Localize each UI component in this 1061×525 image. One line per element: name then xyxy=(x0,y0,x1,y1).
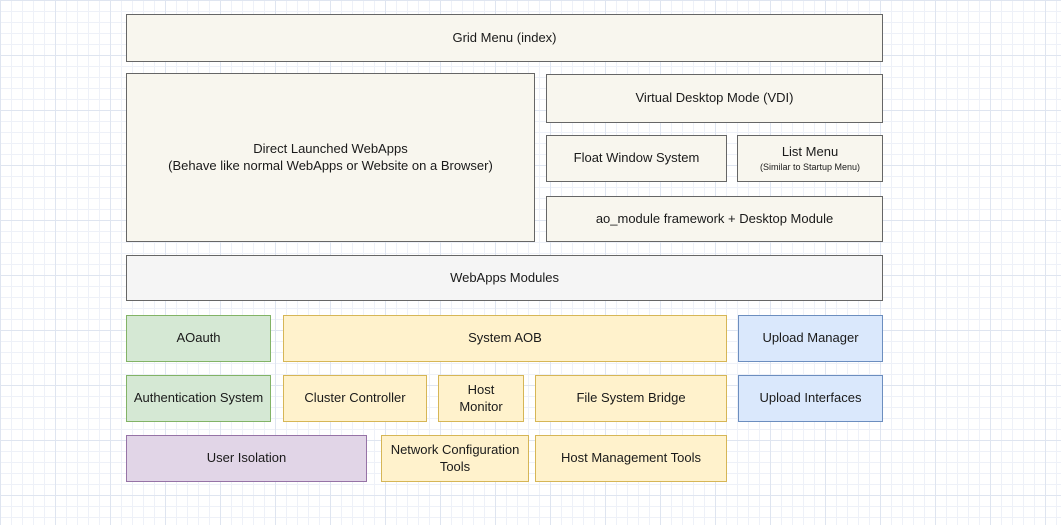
node-file-system-bridge-label: File System Bridge xyxy=(576,390,685,406)
node-upload-manager: Upload Manager xyxy=(738,315,883,362)
node-network-configuration-tools: Network Configuration Tools xyxy=(381,435,529,482)
node-webapps-modules: WebApps Modules xyxy=(126,255,883,301)
node-host-management-tools-label: Host Management Tools xyxy=(561,450,701,466)
node-system-aob-label: System AOB xyxy=(468,330,542,346)
node-host-management-tools: Host Management Tools xyxy=(535,435,727,482)
node-webapps-modules-label: WebApps Modules xyxy=(450,270,559,286)
node-grid-menu: Grid Menu (index) xyxy=(126,14,883,62)
node-list-menu-subtitle: (Similar to Startup Menu) xyxy=(760,162,860,173)
node-cluster-controller: Cluster Controller xyxy=(283,375,427,422)
node-cluster-controller-label: Cluster Controller xyxy=(304,390,405,406)
node-user-isolation: User Isolation xyxy=(126,435,367,482)
node-direct-launched-webapps: Direct Launched WebApps (Behave like nor… xyxy=(126,73,535,242)
node-authentication-system-label: Authentication System xyxy=(134,390,263,406)
node-list-menu: List Menu (Similar to Startup Menu) xyxy=(737,135,883,182)
node-grid-menu-label: Grid Menu (index) xyxy=(452,30,556,46)
node-float-window-system: Float Window System xyxy=(546,135,727,182)
node-float-window-system-label: Float Window System xyxy=(574,150,700,166)
node-virtual-desktop-mode: Virtual Desktop Mode (VDI) xyxy=(546,74,883,123)
node-direct-launched-webapps-subtitle: (Behave like normal WebApps or Website o… xyxy=(168,158,493,174)
node-host-monitor-label: Host Monitor xyxy=(445,382,517,415)
node-file-system-bridge: File System Bridge xyxy=(535,375,727,422)
node-user-isolation-label: User Isolation xyxy=(207,450,286,466)
diagram-canvas: Grid Menu (index) Direct Launched WebApp… xyxy=(0,0,1061,525)
node-aoauth: AOauth xyxy=(126,315,271,362)
node-upload-interfaces: Upload Interfaces xyxy=(738,375,883,422)
node-upload-interfaces-label: Upload Interfaces xyxy=(760,390,862,406)
node-virtual-desktop-mode-label: Virtual Desktop Mode (VDI) xyxy=(636,90,794,106)
node-ao-module-framework-label: ao_module framework + Desktop Module xyxy=(596,211,833,227)
node-system-aob: System AOB xyxy=(283,315,727,362)
node-upload-manager-label: Upload Manager xyxy=(762,330,858,346)
node-aoauth-label: AOauth xyxy=(176,330,220,346)
node-network-configuration-tools-label: Network Configuration Tools xyxy=(388,442,522,475)
node-host-monitor: Host Monitor xyxy=(438,375,524,422)
node-list-menu-label: List Menu xyxy=(782,144,838,160)
node-direct-launched-webapps-label: Direct Launched WebApps xyxy=(253,141,407,157)
node-authentication-system: Authentication System xyxy=(126,375,271,422)
node-ao-module-framework: ao_module framework + Desktop Module xyxy=(546,196,883,242)
